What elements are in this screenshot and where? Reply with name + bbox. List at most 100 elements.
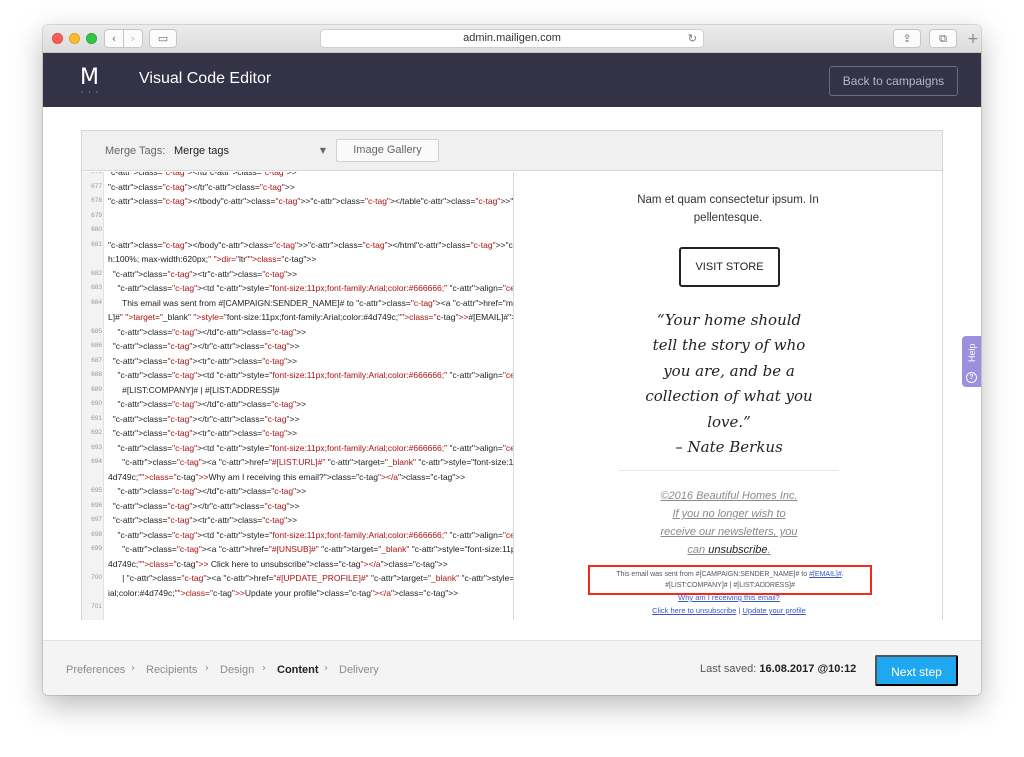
code-text: This email was sent from #[CAMPAIGN:SEND… (108, 297, 513, 308)
code-text: "c-attr">class="c-tag"></tr"c-attr">clas… (108, 181, 295, 192)
line-number: 697 (91, 516, 102, 523)
address-bar[interactable]: admin.mailigen.com ↻ (320, 29, 704, 48)
help-tab[interactable]: Help ? (962, 336, 981, 387)
highlighted-merge-block[interactable]: This email was sent from #[CAMPAIGN:SEND… (588, 565, 872, 595)
next-step-button[interactable]: Next step (875, 655, 958, 686)
line-number: 686 (91, 342, 102, 349)
new-tab-button[interactable]: + (965, 29, 981, 49)
code-text: "c-attr">class="c-tag"></tr"c-attr">clas… (112, 413, 300, 424)
preview-no-longer-line-2[interactable]: receive our newsletters, you (649, 524, 809, 540)
code-text: "c-attr">class="c-tag"><tr"c-attr">class… (112, 268, 298, 279)
preview-copyright[interactable]: ©2016 Beautiful Homes Inc. (649, 488, 809, 504)
code-text: "c-attr">class="c-tag"><tr"c-attr">class… (112, 515, 298, 525)
reload-icon[interactable]: ↻ (688, 30, 697, 47)
quote-author: – Nate Berkus (675, 438, 783, 457)
line-number: 690 (91, 400, 102, 407)
step-recipients[interactable]: Recipients (146, 663, 197, 677)
chevron-left-icon: ‹ (111, 32, 117, 45)
logo-dots: ··· (81, 89, 103, 96)
minimize-window-button[interactable] (69, 33, 80, 44)
step-delivery[interactable]: Delivery (339, 663, 379, 677)
merge-tags-select[interactable]: Merge tags ▼ (174, 141, 326, 161)
browser-forward-button[interactable]: › (123, 29, 143, 48)
line-number: 696 (91, 501, 102, 509)
code-text: #[LIST:COMPANY]# | #[LIST:ADDRESS]# (108, 384, 280, 395)
code-text: 4d749c;"">class="c-tag">>Why am I receiv… (108, 471, 466, 482)
line-number: 688 (91, 371, 102, 378)
browser-sidebar-button[interactable]: ▭ (149, 29, 177, 48)
line-number: 681 (91, 240, 102, 248)
line-number: 700 (91, 574, 102, 581)
code-text: "c-attr">class="c-tag"><td "c-attr">styl… (117, 529, 513, 540)
last-saved: Last saved: 16.08.2017 @10:12 (700, 663, 856, 675)
line-number: 676 (82, 172, 102, 180)
line-number: 684 (91, 298, 102, 306)
help-question-icon: ? (966, 372, 977, 383)
line-number: 689 (91, 385, 102, 393)
code-text: "c-attr">class="c-tag"></tr"c-attr">clas… (112, 500, 300, 511)
preview-can-text: can (687, 544, 709, 556)
code-text: L]#" ">target="_blank" ">style="font-siz… (108, 312, 513, 322)
tabs-icon: ⧉ (939, 32, 947, 45)
quote-line: tell the story of who (652, 336, 806, 355)
line-number: 679 (91, 211, 102, 219)
update-profile-link[interactable]: Update your profile (742, 606, 805, 615)
code-text: "c-attr">class="c-tag"><a "c-attr">href=… (122, 457, 513, 467)
code-text: "c-attr">class="c-tag"></td"c-attr">clas… (117, 399, 307, 409)
chevron-right-icon: › (131, 663, 135, 674)
sidebar-icon: ▭ (157, 32, 169, 45)
browser-toolbar: ‹ › ▭ admin.mailigen.com ↻ ⇪ ⧉ + (43, 25, 981, 53)
why-receiving-link[interactable]: Why am I receiving this email? (629, 593, 829, 602)
preview-unsubscribe-link[interactable]: unsubscribe (708, 544, 767, 556)
preview-no-longer-line-1[interactable]: If you no longer wish to (649, 506, 809, 522)
image-gallery-button[interactable]: Image Gallery (336, 139, 439, 162)
chevron-right-icon: › (130, 32, 136, 45)
code-text: "c-attr">class="c-tag"><td "c-attr">styl… (117, 283, 513, 293)
share-button[interactable]: ⇪ (893, 29, 921, 48)
chevron-right-icon: › (205, 663, 209, 674)
line-number: 677 (91, 182, 102, 190)
quote-line: you are, and be a (663, 361, 795, 380)
tab-overview-button[interactable]: ⧉ (929, 29, 957, 48)
code-text: "c-attr">class="c-tag"><tr"c-attr">class… (112, 428, 298, 438)
preview-intro-text: Nam et quam consectetur ipsum. In pellen… (637, 194, 819, 224)
line-number: 692 (91, 429, 102, 436)
email-preview-pane: Nam et quam consectetur ipsum. In pellen… (514, 172, 942, 620)
close-window-button[interactable] (52, 33, 63, 44)
back-to-campaigns-button[interactable]: Back to campaigns (829, 66, 958, 96)
code-text: "c-attr">class="c-tag"><td "c-attr">styl… (117, 370, 513, 380)
code-editor-pane[interactable]: 676 "c-attr">class="c-tag"></td"c-attr">c… (82, 172, 513, 620)
merge-tags-value: Merge tags (174, 145, 230, 157)
caret-down-icon: ▼ (319, 146, 326, 155)
code-text: "c-attr">class="c-tag"><tr"c-attr">class… (112, 355, 298, 366)
email-merge-link[interactable]: #[EMAIL]# (809, 571, 842, 578)
browser-back-button[interactable]: ‹ (104, 29, 124, 48)
step-content[interactable]: Content (277, 663, 319, 677)
step-preferences[interactable]: Preferences (66, 663, 125, 677)
address-url: admin.mailigen.com (463, 32, 561, 44)
click-unsubscribe-link[interactable]: Click here to unsubscribe (652, 606, 736, 615)
merge-tags-label: Merge Tags: (105, 145, 166, 157)
code-text: "c-attr">class="c-tag"></tr"c-attr">clas… (112, 341, 300, 351)
step-design[interactable]: Design (220, 663, 254, 677)
line-number: 685 (91, 327, 102, 335)
page-title: Visual Code Editor (139, 70, 272, 87)
preview-no-longer-line-3[interactable]: can unsubscribe. (649, 542, 809, 558)
code-text: ial;color:#4d749c;"">class="c-tag">>Upda… (108, 587, 459, 598)
quote-line: collection of what you (645, 387, 813, 406)
code-text: "c-attr">class="c-tag"><a "c-attr">href=… (122, 544, 513, 554)
line-number: 682 (91, 269, 102, 277)
line-number: 698 (91, 530, 102, 538)
line-number: 678 (91, 197, 102, 204)
visual-code-editor: Merge Tags: Merge tags ▼ Image Gallery 6… (81, 130, 943, 620)
zoom-window-button[interactable] (86, 33, 97, 44)
visit-store-button[interactable]: VISIT STORE (679, 247, 780, 287)
code-text: "c-attr">class="c-tag"></body"c-attr">cl… (108, 239, 513, 250)
line-number: 687 (91, 356, 102, 364)
sent-from-line: This email was sent from #[CAMPAIGN:SEND… (590, 569, 870, 580)
quote-line: “Your home should (656, 311, 802, 329)
preview-bottom-links: Click here to unsubscribe | Update your … (604, 606, 854, 615)
line-number: 680 (91, 226, 102, 233)
code-text: 4d749c;"">class="c-tag">> Click here to … (108, 558, 448, 569)
line-number: 699 (91, 545, 102, 552)
